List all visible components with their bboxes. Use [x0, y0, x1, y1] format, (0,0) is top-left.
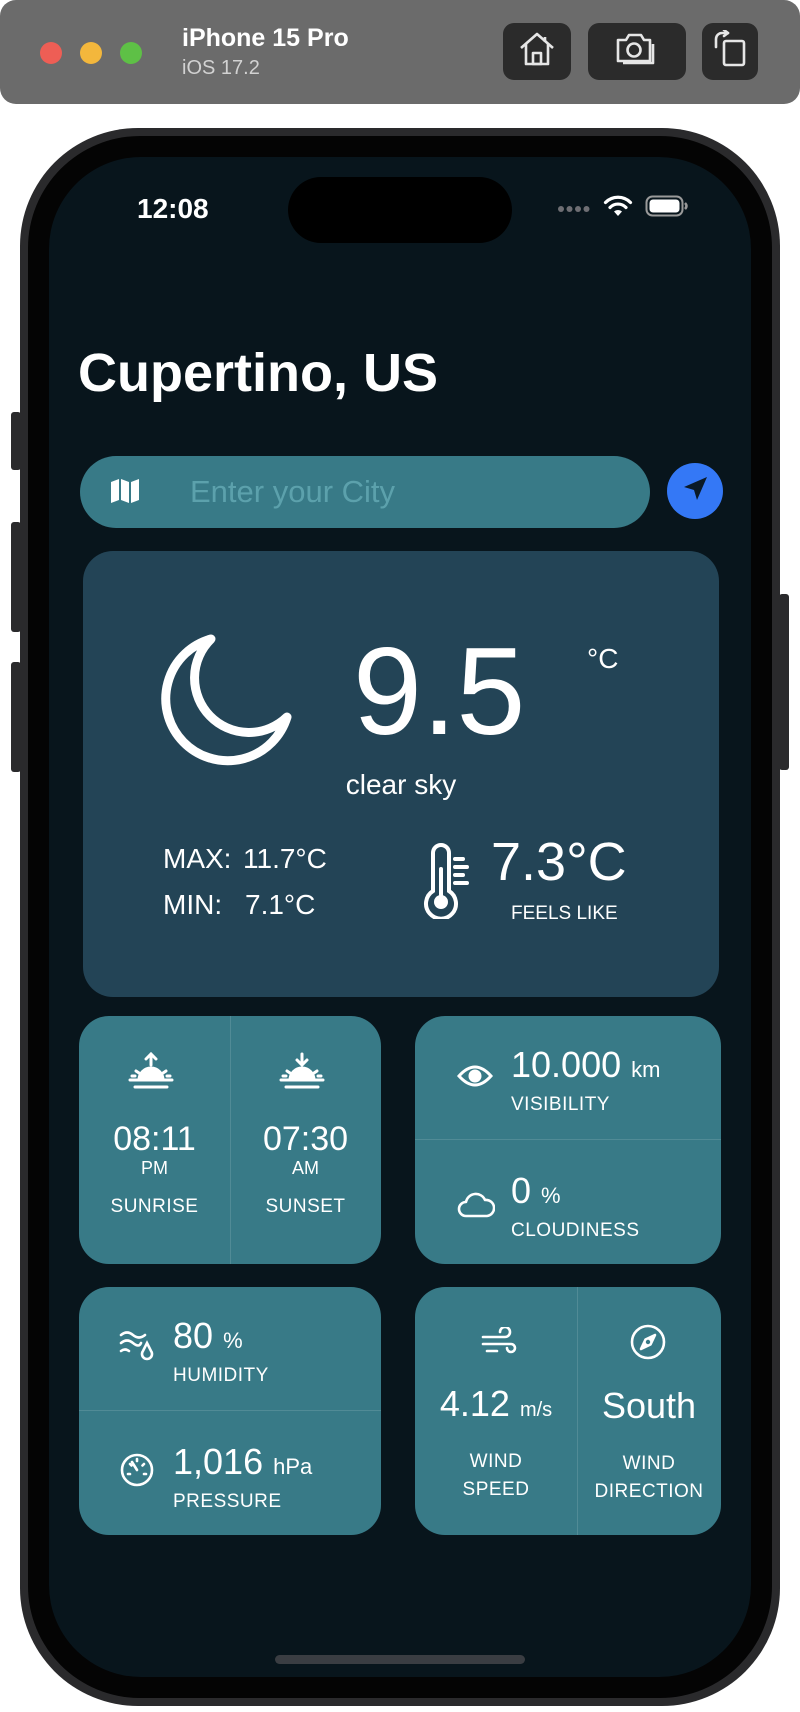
battery-icon [645, 195, 689, 222]
humidity-icon [119, 1329, 155, 1366]
map-icon [110, 478, 140, 509]
cloudiness-value: 0 % [511, 1170, 561, 1212]
feels-like-label: FEELS LIKE [511, 903, 618, 924]
max-temperature: 11.7°C [243, 843, 327, 874]
cloudiness-number: 0 [511, 1170, 532, 1211]
wind-card: 4.12 m/s WIND SPEED South WIND DIRECTION [415, 1287, 721, 1535]
visibility-value: 10.000 km [511, 1044, 660, 1086]
sunrise-period: PM [141, 1158, 168, 1178]
thermometer-icon [423, 843, 471, 924]
current-location-button[interactable] [667, 463, 723, 519]
wind-direction-value: South [601, 1385, 697, 1426]
home-button[interactable] [503, 23, 571, 80]
close-window-button[interactable] [40, 42, 62, 64]
humidity-number: 80 [173, 1315, 214, 1356]
temperature-value: 9.5 [353, 623, 526, 761]
wind-speed-unit: m/s [519, 1399, 553, 1421]
cloudiness-unit: % [541, 1183, 561, 1208]
cloud-icon [457, 1192, 496, 1223]
min-temperature: 7.1°C [245, 889, 316, 920]
visibility-cloud-card: 10.000 km VISIBILITY 0 % CLOUDINESS [415, 1016, 721, 1264]
city-search-input[interactable] [190, 456, 630, 528]
humidity-label: HUMIDITY [173, 1365, 269, 1386]
location-arrow-icon [680, 474, 710, 509]
home-icon [518, 31, 556, 72]
phone-screen: 12:08 Cupertino, US Enter your City 9.5 … [49, 157, 751, 1677]
power-button [779, 594, 789, 770]
sunrise-time: 08:11 [113, 1120, 196, 1158]
cellular-signal-icon [557, 200, 591, 218]
sunrise-label: SUNRISE [110, 1196, 199, 1217]
divider [415, 1139, 721, 1140]
home-indicator[interactable] [275, 1655, 525, 1664]
screenshot-icon [615, 32, 659, 71]
sunset-period: AM [292, 1158, 319, 1178]
temperature-unit: °C [587, 643, 619, 674]
compass-icon [629, 1323, 667, 1366]
visibility-unit: km [631, 1057, 661, 1082]
max-label: MAX: [163, 843, 232, 874]
wind-speed-number: 4.12 [439, 1383, 510, 1424]
cloudiness-label: CLOUDINESS [511, 1220, 640, 1241]
humidity-value: 80 % [173, 1315, 243, 1357]
moon-icon [159, 629, 299, 774]
os-version: iOS 17.2 [182, 57, 260, 79]
volume-down-button [11, 662, 21, 772]
wind-icon [481, 1325, 517, 1362]
screenshot-button[interactable] [588, 23, 686, 80]
wifi-icon [603, 195, 633, 222]
dynamic-island [288, 177, 512, 243]
minimize-window-button[interactable] [80, 42, 102, 64]
status-icons [557, 195, 689, 222]
visibility-label: VISIBILITY [511, 1094, 610, 1115]
pressure-unit: hPa [273, 1454, 313, 1479]
city-search-bar[interactable] [80, 456, 650, 528]
pressure-value: 1,016 hPa [173, 1441, 312, 1483]
feels-like-value: 7.3°C [491, 832, 627, 892]
action-button [11, 412, 21, 470]
wind-direction-label-line1: WIND [622, 1453, 676, 1474]
current-weather-card: 9.5 °C clear sky MAX: 11.7°C MIN: 7.1°C … [83, 551, 719, 997]
weather-condition: clear sky [345, 769, 457, 800]
wind-speed-value: 4.12 m/s [415, 1383, 577, 1425]
gauge-icon [119, 1452, 155, 1493]
min-label: MIN: [163, 889, 223, 920]
humidity-unit: % [223, 1328, 243, 1353]
pressure-label: PRESSURE [173, 1491, 282, 1512]
zoom-window-button[interactable] [120, 42, 142, 64]
visibility-number: 10.000 [511, 1044, 622, 1085]
rotate-icon [712, 28, 748, 73]
sunset-label: SUNSET [265, 1196, 346, 1217]
wind-direction-label-line2: DIRECTION [594, 1481, 704, 1502]
humidity-pressure-card: 80 % HUMIDITY 1,016 hPa PRESSURE [79, 1287, 381, 1535]
wind-speed-label-line2: SPEED [462, 1479, 530, 1500]
sunset-time: 07:30 [262, 1120, 349, 1158]
simulator-toolbar: iPhone 15 Pro iOS 17.2 [0, 0, 800, 104]
device-name: iPhone 15 Pro [182, 24, 349, 52]
pressure-number: 1,016 [173, 1441, 264, 1482]
divider [79, 1410, 381, 1411]
sun-times-card: 08:11 PM SUNRISE 07:30 AM SUNSET [79, 1016, 381, 1264]
eye-icon [456, 1064, 494, 1093]
city-title: Cupertino, US [78, 343, 438, 403]
sunset-icon [279, 1052, 325, 1095]
wind-speed-label-line1: WIND [469, 1451, 523, 1472]
rotate-button[interactable] [702, 23, 758, 80]
status-time: 12:08 [137, 193, 209, 224]
sunrise-icon [128, 1051, 174, 1095]
volume-up-button [11, 522, 21, 632]
